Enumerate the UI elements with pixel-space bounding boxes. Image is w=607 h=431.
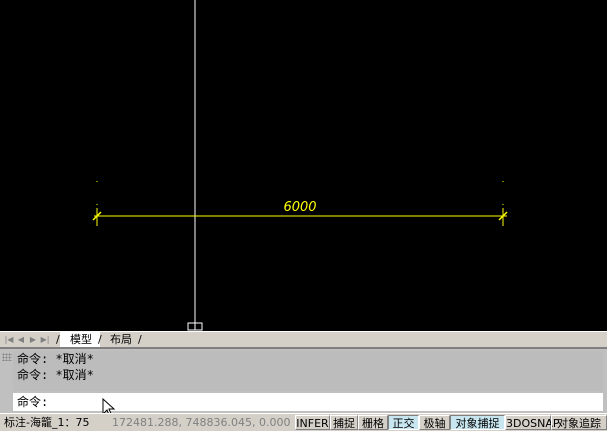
- status-dimension-style: 标注-海籠_1：75: [4, 416, 90, 429]
- tab-model[interactable]: 模型: [60, 332, 100, 347]
- status-coordinates: 172481.288, 748836.045, 0.000: [112, 416, 291, 429]
- tab-separator: /: [138, 333, 142, 346]
- tab-nav-next-button[interactable]: ▶: [28, 334, 38, 345]
- status-bar: 标注-海籠_1：75 172481.288, 748836.045, 0.000…: [0, 413, 607, 431]
- drawing-canvas[interactable]: 6000: [0, 0, 607, 331]
- command-history: 命令: *取消* 命令: *取消*: [13, 351, 603, 391]
- command-history-line: 命令: *取消*: [17, 368, 94, 382]
- drawing-svg[interactable]: 6000: [0, 0, 607, 331]
- command-history-line: 命令: *取消*: [17, 352, 94, 366]
- status-snap-toggle[interactable]: 捕捉: [330, 415, 358, 430]
- tab-nav-first-button[interactable]: |◀: [4, 334, 14, 345]
- crosshair-pickbox: [187, 322, 196, 331]
- command-window: 命令: *取消* 命令: *取消* 命令:: [0, 347, 607, 413]
- layout-tab-bar: |◀ ◀ ▶ ▶| / 模型 / 布局 /: [0, 331, 607, 347]
- status-polar-toggle[interactable]: 极轴: [419, 415, 450, 430]
- dimension-text: 6000: [283, 200, 316, 215]
- command-window-grip[interactable]: [2, 353, 12, 361]
- status-otrack-toggle[interactable]: 对象追踪: [551, 415, 607, 430]
- status-infer-toggle[interactable]: INFER: [295, 415, 330, 430]
- tab-nav-prev-button[interactable]: ◀: [16, 334, 26, 345]
- tab-nav-last-button[interactable]: ▶|: [40, 334, 50, 345]
- status-ortho-toggle[interactable]: 正交: [388, 415, 419, 430]
- status-grid-toggle[interactable]: 栅格: [358, 415, 388, 430]
- status-osnap-toggle[interactable]: 对象捕捉: [450, 415, 505, 430]
- tab-layout[interactable]: 布局: [100, 332, 140, 347]
- command-prompt: 命令:: [17, 395, 49, 409]
- crosshair-pickbox-2: [194, 322, 203, 331]
- status-3dosnap-toggle[interactable]: 3DOSNAP: [505, 415, 560, 430]
